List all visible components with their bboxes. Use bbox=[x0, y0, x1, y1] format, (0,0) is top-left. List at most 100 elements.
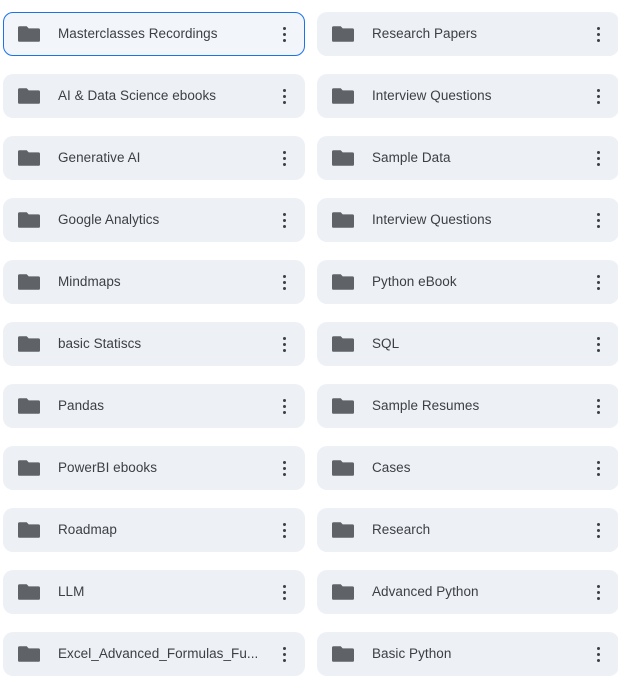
folder-icon bbox=[18, 584, 40, 600]
folder-name: Google Analytics bbox=[58, 212, 160, 227]
folder-name: basic Statiscs bbox=[58, 336, 142, 351]
kebab-menu-icon[interactable] bbox=[584, 451, 612, 485]
kebab-dot bbox=[596, 26, 600, 30]
folder-card[interactable]: Sample Data bbox=[317, 136, 618, 180]
folder-name: Interview Questions bbox=[372, 212, 492, 227]
folder-card[interactable]: Masterclasses Recordings bbox=[3, 12, 305, 56]
folder-name: Research Papers bbox=[372, 26, 478, 41]
folder-name: Pandas bbox=[58, 398, 105, 413]
kebab-dot bbox=[282, 100, 286, 104]
kebab-dot bbox=[282, 274, 286, 278]
kebab-dot bbox=[596, 658, 600, 662]
kebab-dot bbox=[282, 156, 286, 160]
folder-icon bbox=[18, 336, 40, 352]
folder-name: Cases bbox=[372, 460, 411, 475]
kebab-dot bbox=[596, 150, 600, 154]
folder-card[interactable]: Excel_Advanced_Formulas_Fu... bbox=[3, 632, 305, 676]
folder-card[interactable]: Research Papers bbox=[317, 12, 618, 56]
folder-name: Roadmap bbox=[58, 522, 117, 537]
folder-card[interactable]: Advanced Python bbox=[317, 570, 618, 614]
kebab-menu-icon[interactable] bbox=[270, 141, 298, 175]
kebab-menu-icon[interactable] bbox=[584, 17, 612, 51]
kebab-menu-icon[interactable] bbox=[270, 265, 298, 299]
folder-card[interactable]: Interview Questions bbox=[317, 198, 618, 242]
kebab-dot bbox=[282, 652, 286, 656]
kebab-dot bbox=[282, 280, 286, 284]
kebab-menu-icon[interactable] bbox=[584, 575, 612, 609]
folder-card[interactable]: Sample Resumes bbox=[317, 384, 618, 428]
folder-card[interactable]: Roadmap bbox=[3, 508, 305, 552]
folder-icon bbox=[332, 88, 354, 104]
kebab-dot bbox=[282, 336, 286, 340]
folder-icon bbox=[332, 646, 354, 662]
kebab-dot bbox=[282, 584, 286, 588]
kebab-menu-icon[interactable] bbox=[270, 327, 298, 361]
kebab-menu-icon[interactable] bbox=[584, 513, 612, 547]
folder-icon bbox=[18, 26, 40, 42]
folder-name: Python eBook bbox=[372, 274, 457, 289]
kebab-menu-icon[interactable] bbox=[270, 79, 298, 113]
kebab-menu-icon[interactable] bbox=[584, 637, 612, 671]
kebab-menu-icon[interactable] bbox=[270, 575, 298, 609]
kebab-dot bbox=[596, 652, 600, 656]
folder-card[interactable]: Mindmaps bbox=[3, 260, 305, 304]
kebab-dot bbox=[282, 658, 286, 662]
folder-card[interactable]: Basic Python bbox=[317, 632, 618, 676]
kebab-menu-icon[interactable] bbox=[584, 79, 612, 113]
kebab-dot bbox=[596, 94, 600, 98]
folder-card[interactable]: SQL bbox=[317, 322, 618, 366]
kebab-dot bbox=[596, 590, 600, 594]
kebab-menu-icon[interactable] bbox=[584, 265, 612, 299]
kebab-menu-icon[interactable] bbox=[270, 203, 298, 237]
kebab-dot bbox=[596, 100, 600, 104]
kebab-dot bbox=[596, 274, 600, 278]
folder-name: Basic Python bbox=[372, 646, 452, 661]
folder-card[interactable]: Pandas bbox=[3, 384, 305, 428]
kebab-menu-icon[interactable] bbox=[270, 389, 298, 423]
kebab-dot bbox=[282, 212, 286, 216]
kebab-menu-icon[interactable] bbox=[584, 203, 612, 237]
kebab-menu-icon[interactable] bbox=[270, 17, 298, 51]
kebab-dot bbox=[596, 342, 600, 346]
folder-card[interactable]: Cases bbox=[317, 446, 618, 490]
kebab-dot bbox=[596, 88, 600, 92]
kebab-dot bbox=[282, 224, 286, 228]
folder-icon bbox=[18, 274, 40, 290]
folder-card[interactable]: Interview Questions bbox=[317, 74, 618, 118]
folder-card[interactable]: LLM bbox=[3, 570, 305, 614]
kebab-dot bbox=[596, 156, 600, 160]
folder-icon bbox=[18, 398, 40, 414]
folder-name: Sample Data bbox=[372, 150, 451, 165]
kebab-dot bbox=[596, 398, 600, 402]
kebab-dot bbox=[596, 404, 600, 408]
kebab-menu-icon[interactable] bbox=[270, 451, 298, 485]
kebab-dot bbox=[596, 224, 600, 228]
folder-card[interactable]: Generative AI bbox=[3, 136, 305, 180]
kebab-dot bbox=[596, 596, 600, 600]
kebab-dot bbox=[282, 348, 286, 352]
kebab-dot bbox=[282, 162, 286, 166]
kebab-dot bbox=[596, 286, 600, 290]
folder-card[interactable]: Research bbox=[317, 508, 618, 552]
kebab-menu-icon[interactable] bbox=[270, 513, 298, 547]
kebab-dot bbox=[282, 88, 286, 92]
folder-card[interactable]: basic Statiscs bbox=[3, 322, 305, 366]
folder-name: Mindmaps bbox=[58, 274, 121, 289]
folder-icon bbox=[18, 522, 40, 538]
kebab-dot bbox=[596, 584, 600, 588]
kebab-dot bbox=[282, 596, 286, 600]
kebab-menu-icon[interactable] bbox=[584, 327, 612, 361]
kebab-menu-icon[interactable] bbox=[584, 389, 612, 423]
folder-card[interactable]: Google Analytics bbox=[3, 198, 305, 242]
kebab-dot bbox=[282, 410, 286, 414]
kebab-dot bbox=[596, 218, 600, 222]
kebab-dot bbox=[596, 336, 600, 340]
folder-card[interactable]: PowerBI ebooks bbox=[3, 446, 305, 490]
kebab-dot bbox=[596, 162, 600, 166]
folder-name: AI & Data Science ebooks bbox=[58, 88, 217, 103]
kebab-menu-icon[interactable] bbox=[584, 141, 612, 175]
folder-card[interactable]: Python eBook bbox=[317, 260, 618, 304]
folder-icon bbox=[332, 274, 354, 290]
kebab-menu-icon[interactable] bbox=[270, 637, 298, 671]
folder-card[interactable]: AI & Data Science ebooks bbox=[3, 74, 305, 118]
